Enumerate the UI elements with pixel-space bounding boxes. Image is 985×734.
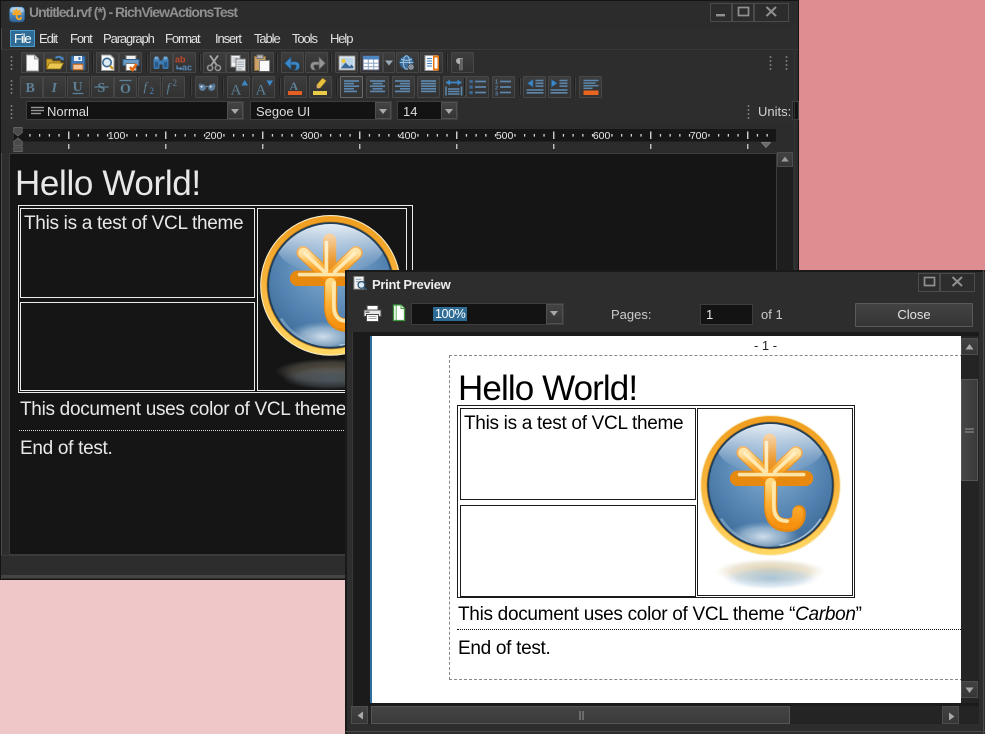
svg-text:A: A — [230, 83, 241, 96]
svg-text:B: B — [26, 81, 35, 96]
svg-text:A: A — [255, 83, 266, 96]
svg-text:U: U — [72, 80, 82, 95]
svg-text:200: 200 — [205, 130, 223, 142]
svg-text:400: 400 — [399, 130, 417, 142]
svg-text:ac: ac — [182, 62, 192, 71]
svg-text:3: 3 — [495, 92, 498, 96]
svg-text:500: 500 — [496, 130, 514, 142]
svg-text:300: 300 — [302, 130, 320, 142]
svg-text:S: S — [98, 81, 106, 96]
svg-text:600: 600 — [593, 130, 611, 142]
svg-text:2: 2 — [173, 78, 178, 88]
svg-text:2: 2 — [149, 86, 154, 96]
svg-text:¶: ¶ — [456, 55, 464, 70]
svg-text:I: I — [50, 81, 57, 96]
svg-text:700: 700 — [690, 130, 708, 142]
svg-text:O: O — [120, 82, 131, 96]
svg-text:100: 100 — [108, 130, 126, 142]
svg-text:A: A — [290, 79, 299, 93]
